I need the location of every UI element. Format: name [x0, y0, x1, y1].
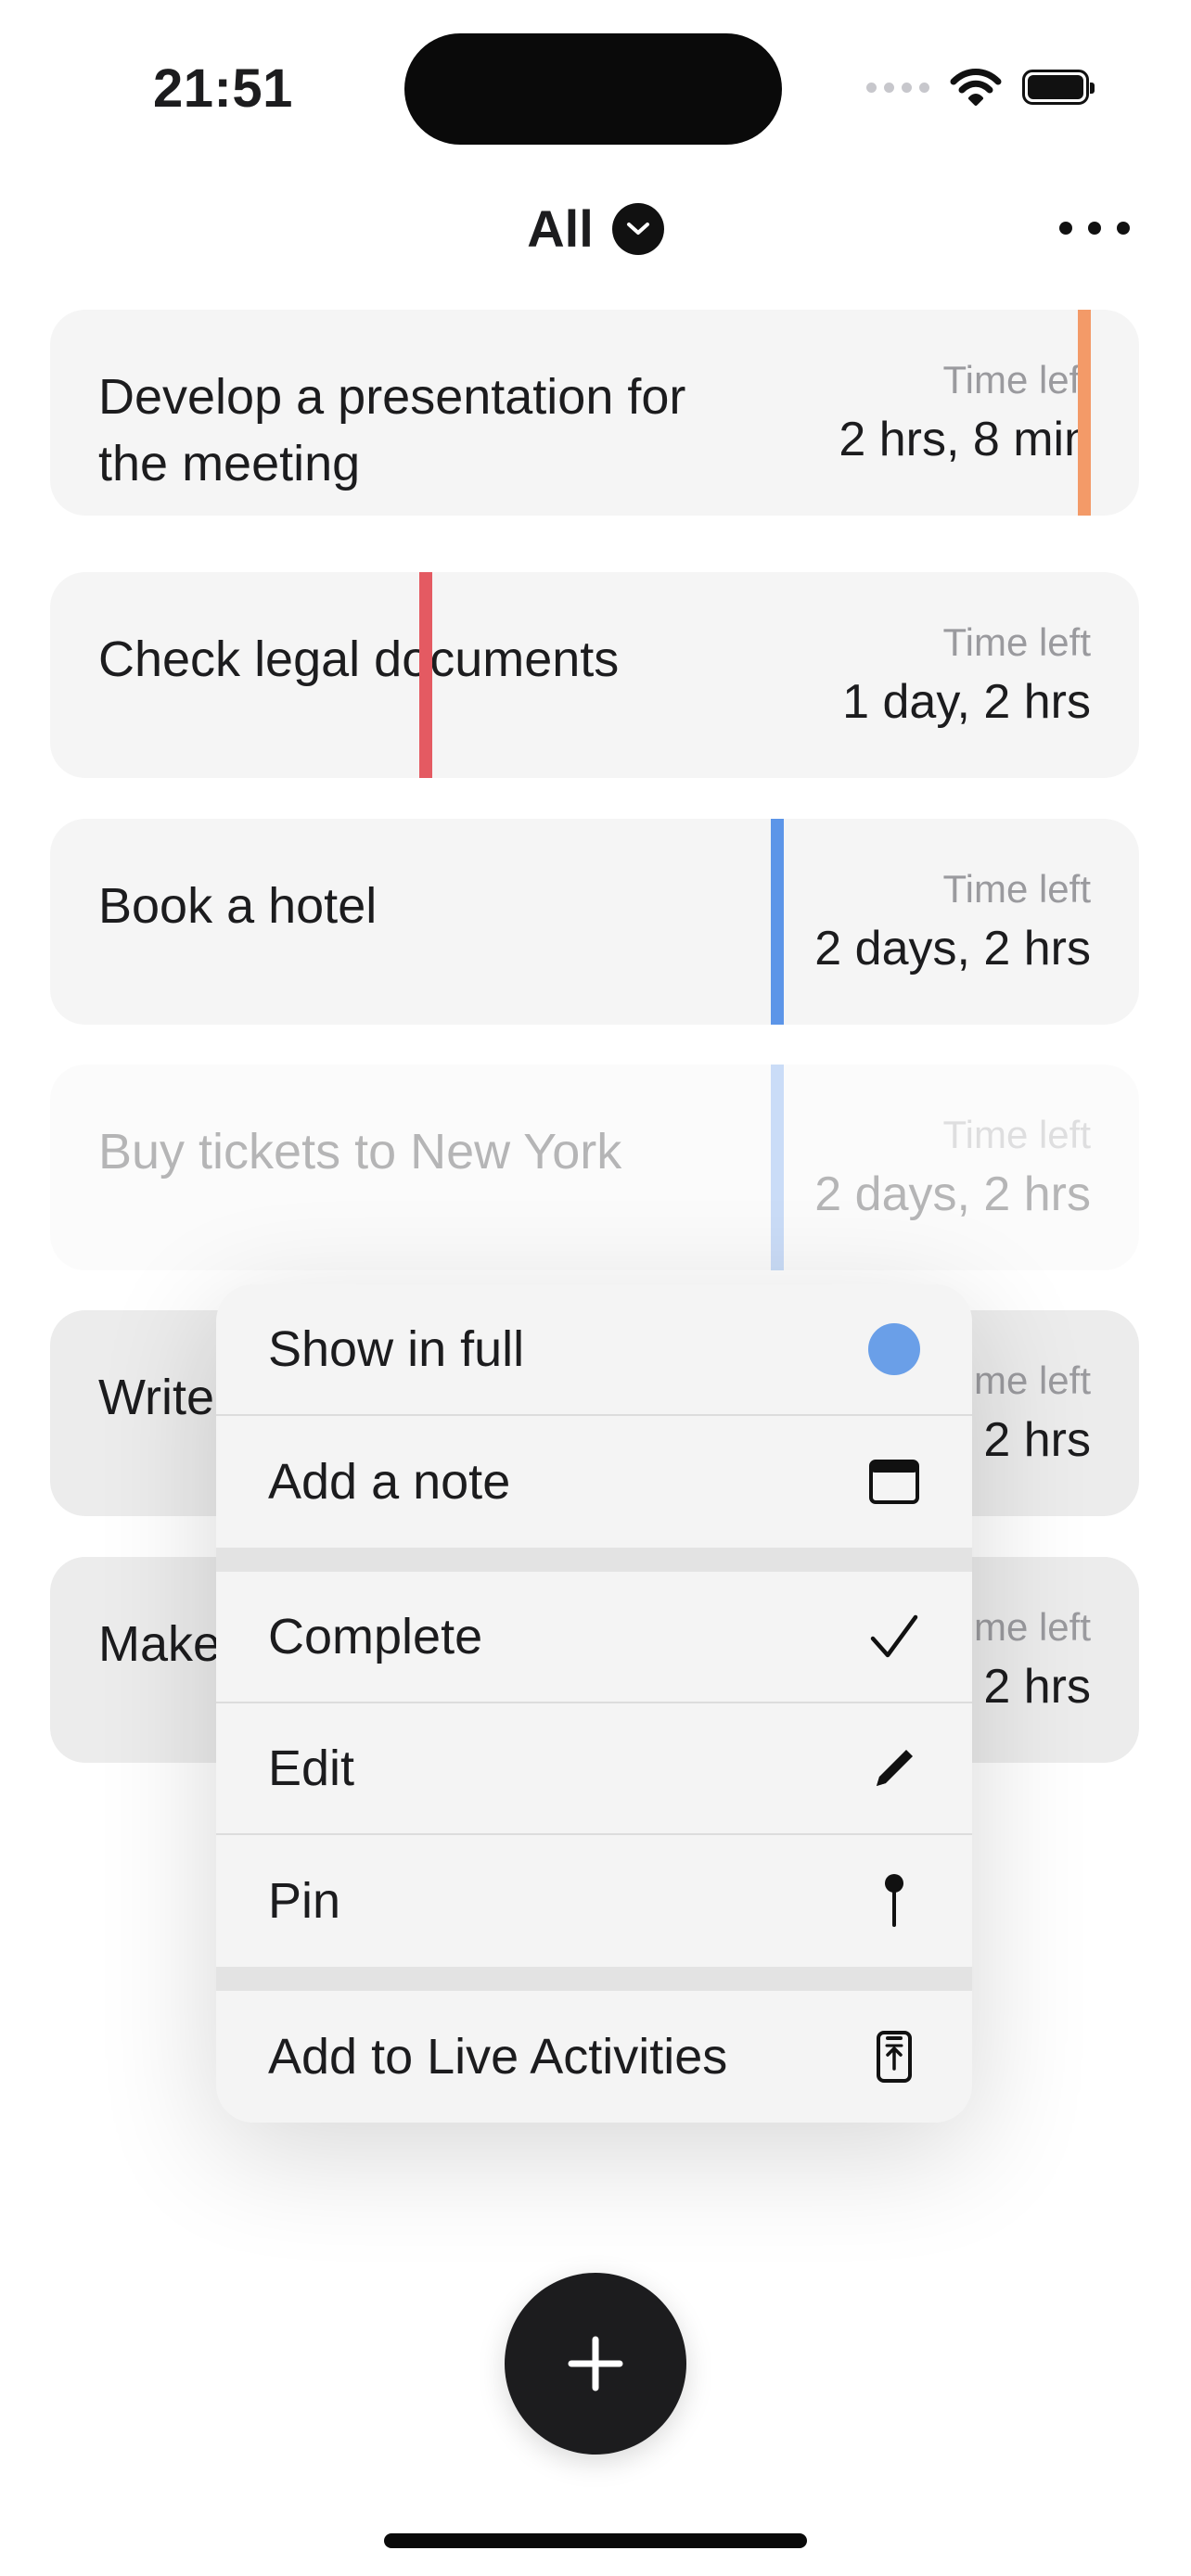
time-left-value: 2 days, 2 hrs	[814, 922, 1091, 976]
plus-icon	[568, 2336, 623, 2391]
task-card[interactable]: Develop a presentation for the meeting T…	[50, 310, 1139, 516]
time-left-label: Time left	[942, 620, 1091, 664]
menu-item-label: Show in full	[268, 1321, 525, 1377]
pencil-icon	[868, 1742, 920, 1794]
note-window-icon	[868, 1456, 920, 1508]
menu-item-show-in-full[interactable]: Show in full	[216, 1284, 972, 1416]
time-left-label: Time left	[942, 1113, 1091, 1156]
battery-icon	[1022, 70, 1095, 105]
wifi-icon	[950, 69, 1002, 106]
task-title: Buy tickets to New York	[98, 1124, 622, 1180]
menu-separator	[216, 1548, 972, 1572]
add-task-button[interactable]	[505, 2273, 686, 2455]
home-indicator[interactable]	[384, 2533, 807, 2548]
live-activities-icon	[868, 2031, 920, 2083]
task-title: Book a hotel	[98, 878, 378, 934]
filter-label: All	[527, 199, 594, 258]
menu-separator	[216, 1967, 972, 1991]
time-progress-marker	[771, 1065, 784, 1270]
status-time: 21:51	[153, 58, 293, 119]
menu-item-label: Complete	[268, 1609, 483, 1664]
menu-item-add-note[interactable]: Add a note	[216, 1416, 972, 1548]
time-left-label: me left	[973, 1358, 1091, 1402]
time-progress-marker	[771, 819, 784, 1025]
status-icons	[866, 65, 1095, 109]
filter-selector[interactable]: All	[0, 198, 1191, 259]
dynamic-island	[404, 33, 782, 145]
menu-item-label: Add a note	[268, 1454, 511, 1510]
task-card[interactable]: Book a hotel Time left 2 days, 2 hrs	[50, 819, 1139, 1025]
ellipsis-icon[interactable]	[1059, 202, 1130, 254]
cellular-signal-icon	[866, 82, 929, 93]
task-title: Check legal documents	[98, 631, 620, 687]
context-menu: Show in full Add a note Complete Edit Pi…	[216, 1284, 972, 2123]
time-left-value: 2 hrs	[983, 1413, 1091, 1467]
task-card[interactable]: Check legal documents Time left 1 day, 2…	[50, 572, 1139, 778]
time-progress-marker	[1078, 310, 1091, 516]
task-title: Develop a presentation for the meeting	[98, 369, 686, 491]
checkmark-icon	[868, 1611, 920, 1663]
time-left-value: 2 days, 2 hrs	[814, 1167, 1091, 1221]
blue-dot-icon	[868, 1323, 920, 1375]
time-left-label: Time left	[942, 867, 1091, 911]
time-left-label: Time left	[942, 358, 1091, 402]
menu-item-label: Pin	[268, 1873, 341, 1929]
pin-icon	[868, 1874, 920, 1927]
time-left-value: 2 hrs	[983, 1660, 1091, 1714]
menu-item-edit[interactable]: Edit	[216, 1703, 972, 1835]
menu-item-label: Add to Live Activities	[268, 2029, 728, 2085]
time-progress-marker	[419, 572, 432, 778]
menu-item-complete[interactable]: Complete	[216, 1572, 972, 1703]
menu-item-pin[interactable]: Pin	[216, 1835, 972, 1967]
menu-item-live-activities[interactable]: Add to Live Activities	[216, 1991, 972, 2123]
menu-item-label: Edit	[268, 1741, 355, 1796]
time-left-value: 2 hrs, 8 min	[839, 413, 1091, 466]
task-card-selected[interactable]: Buy tickets to New York Time left 2 days…	[50, 1065, 1139, 1270]
time-left-value: 1 day, 2 hrs	[842, 675, 1091, 729]
time-left-label: me left	[973, 1605, 1091, 1649]
chevron-down-icon	[611, 202, 664, 255]
